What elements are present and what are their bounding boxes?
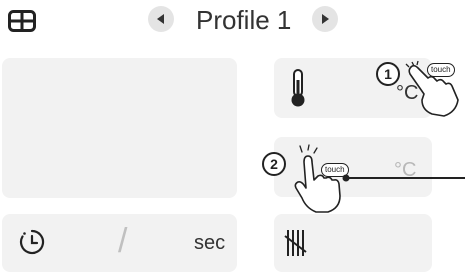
menu-button[interactable]	[8, 10, 36, 32]
clock-icon	[19, 229, 45, 255]
main-display-panel	[2, 58, 237, 198]
pointer-line	[342, 174, 465, 182]
profile-title: Profile 1	[196, 5, 292, 35]
timer-tile[interactable]: / sec	[2, 214, 237, 272]
thermometer-icon	[291, 69, 305, 107]
tally-icon	[284, 230, 307, 256]
count-tile[interactable]	[274, 214, 432, 272]
grid-menu-icon	[8, 10, 36, 32]
next-profile-button[interactable]	[312, 6, 338, 32]
callout-number-1: 1	[376, 62, 400, 86]
hand-pointer-icon	[405, 60, 459, 117]
triangle-left-icon	[157, 14, 164, 24]
timer-separator: /	[118, 222, 128, 260]
previous-profile-button[interactable]	[148, 6, 174, 32]
timer-unit: sec	[194, 232, 226, 254]
callout-number-2: 2	[262, 152, 286, 176]
triangle-right-icon	[322, 14, 329, 24]
